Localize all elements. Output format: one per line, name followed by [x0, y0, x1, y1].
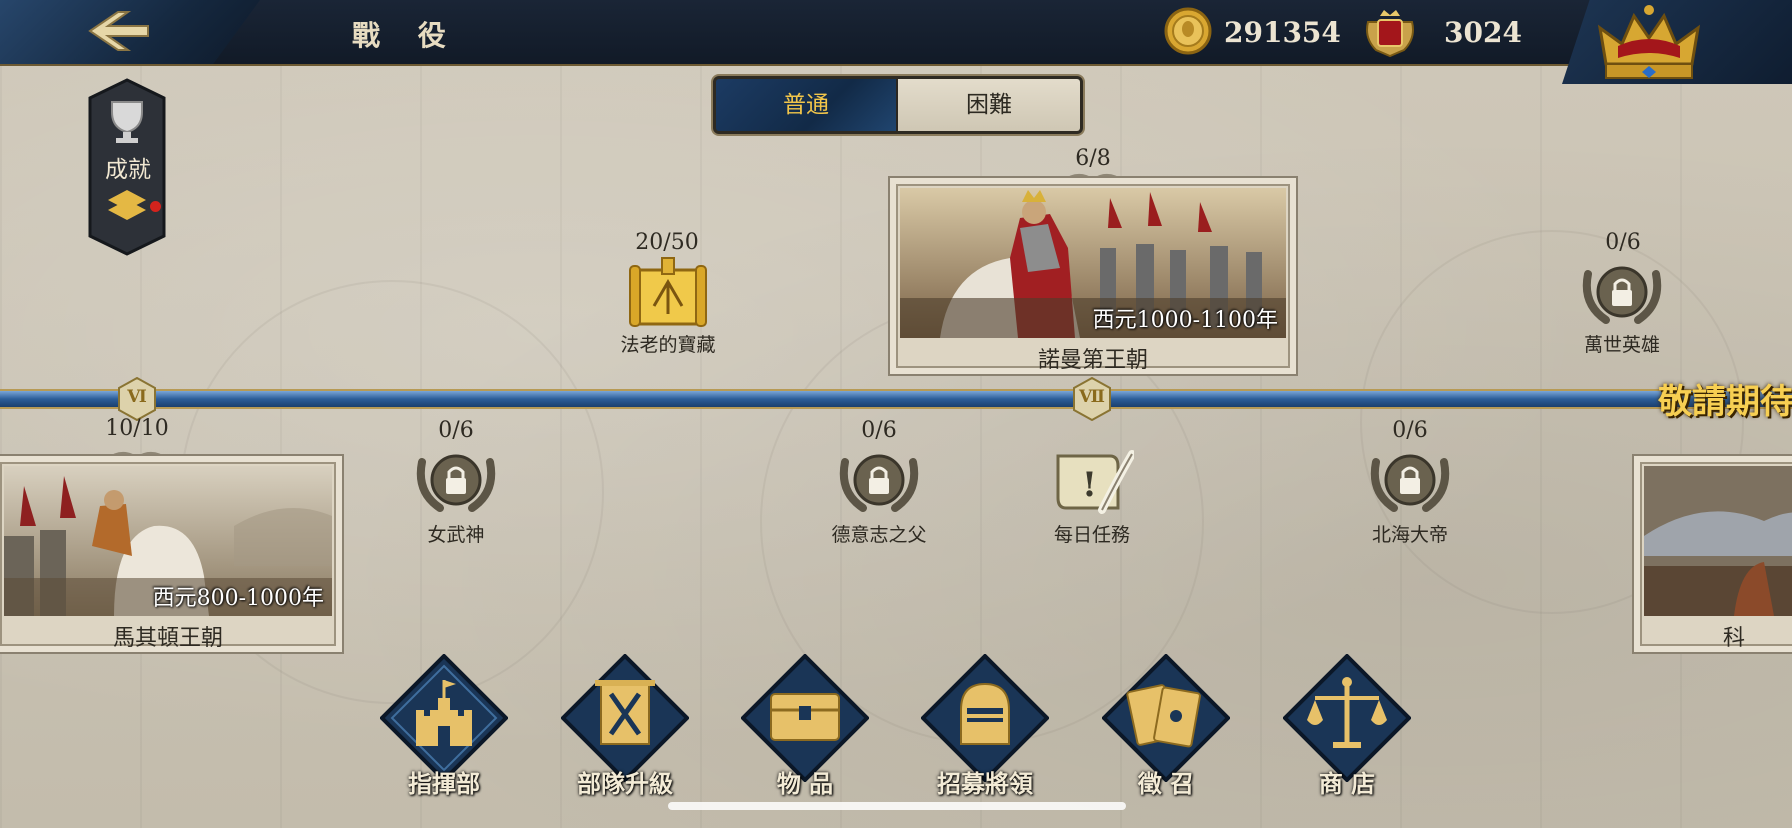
- campaign-date: 西元1000-1100年: [1092, 308, 1278, 333]
- treasure-scroll-icon[interactable]: [626, 256, 710, 332]
- quest-scroll-icon[interactable]: !: [1048, 448, 1134, 518]
- campaign-image: [1644, 466, 1792, 616]
- notification-dot: [150, 201, 161, 212]
- campaign-image: 西元1000-1100年: [900, 188, 1286, 338]
- menu-conscription-button[interactable]: 徵 召: [1102, 654, 1230, 802]
- node-progress: 0/6: [438, 418, 474, 443]
- menu-shop-button[interactable]: 商 店: [1283, 654, 1411, 802]
- menu-label: 招募將領: [937, 769, 1033, 798]
- era-marker-label: Ⅶ: [1079, 387, 1105, 407]
- menu-label: 徵 召: [1137, 769, 1195, 798]
- campaign-card-next[interactable]: 科: [1632, 454, 1792, 654]
- page-title: 戰 役: [352, 19, 460, 52]
- menu-label: 指揮部: [408, 769, 480, 798]
- locked-laurel-icon[interactable]: [410, 442, 502, 518]
- cards-icon: [1102, 654, 1230, 782]
- top-bar: 戰 役 291354 3024: [0, 0, 1792, 66]
- menu-label: 部隊升級: [577, 769, 673, 798]
- crossed-swords-icon: [561, 654, 689, 782]
- medal-icon: [1366, 10, 1414, 58]
- gold-coin-icon: [1164, 7, 1212, 55]
- achievements-label: 成就: [105, 157, 151, 183]
- campaign-card-normandy[interactable]: 西元1000-1100年 諾曼第王朝: [888, 176, 1298, 376]
- node-label: 法老的寶藏: [620, 334, 716, 356]
- node-progress: 0/6: [1392, 418, 1428, 443]
- campaign-title: 馬其頓王朝: [112, 626, 223, 651]
- locked-laurel-icon[interactable]: [1364, 442, 1456, 518]
- campaign-image: 西元800-1000年: [4, 466, 332, 616]
- node-label: 萬世英雄: [1583, 334, 1660, 356]
- chest-icon: [741, 654, 869, 782]
- locked-laurel-icon[interactable]: [833, 442, 925, 518]
- campaign-title: 科: [1722, 626, 1745, 651]
- node-progress: 0/6: [1605, 230, 1641, 255]
- timeline-bar: [0, 389, 1792, 409]
- menu-headquarters-button[interactable]: 指揮部: [380, 654, 508, 802]
- knight-helmet-icon: [921, 654, 1049, 782]
- difficulty-tabs: 普通 困難: [713, 76, 1083, 134]
- crown-icon[interactable]: [1596, 2, 1702, 86]
- menu-items-button[interactable]: 物 品: [741, 654, 869, 802]
- node-label: 每日任務: [1053, 524, 1130, 546]
- scales-icon: [1283, 654, 1411, 782]
- era-marker-label: Ⅵ: [127, 387, 147, 407]
- medal-amount: 3024: [1444, 16, 1522, 49]
- campaign-title: 諾曼第王朝: [1037, 348, 1148, 373]
- node-label: 女武神: [427, 524, 485, 546]
- gold-amount: 291354: [1224, 16, 1341, 49]
- home-indicator[interactable]: [668, 802, 1126, 810]
- menu-recruit-generals-button[interactable]: 招募將領: [921, 654, 1049, 802]
- svg-text:!: !: [1082, 465, 1097, 505]
- menu-label: 商 店: [1318, 769, 1376, 798]
- campaign-date: 西元800-1000年: [152, 586, 324, 611]
- campaign-card-macedonian[interactable]: 西元800-1000年 馬其頓王朝: [0, 454, 344, 654]
- locked-laurel-icon[interactable]: [1576, 254, 1668, 330]
- node-progress: 0/6: [861, 418, 897, 443]
- campaign-progress: 10/10: [105, 416, 169, 441]
- castle-icon: [380, 654, 508, 782]
- tab-normal[interactable]: 普通: [716, 79, 896, 131]
- node-label: 北海大帝: [1371, 524, 1448, 546]
- node-progress: 20/50: [635, 230, 699, 255]
- menu-label: 物 品: [776, 769, 834, 798]
- node-label: 德意志之父: [831, 524, 927, 546]
- coming-soon-label: 敬請期待: [1658, 382, 1792, 422]
- tab-hard[interactable]: 困難: [898, 79, 1080, 131]
- menu-unit-upgrade-button[interactable]: 部隊升級: [561, 654, 689, 802]
- back-arrow-icon[interactable]: [84, 6, 154, 56]
